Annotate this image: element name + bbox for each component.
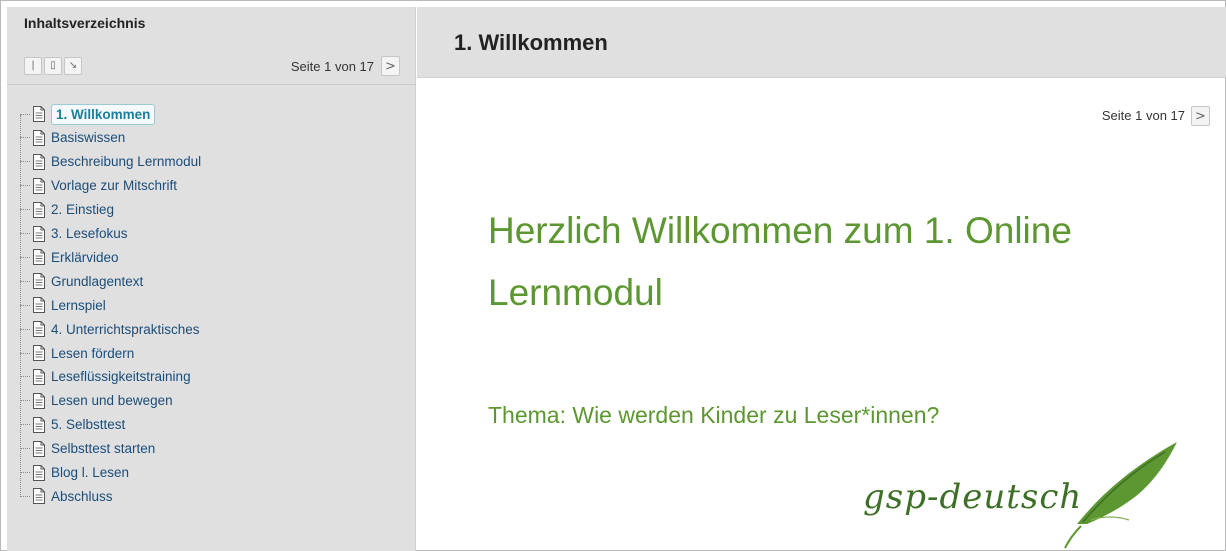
tree-connector (20, 185, 30, 187)
toc-item-label: Blog l. Lesen (51, 465, 130, 480)
toc-next-page-button[interactable]: > (381, 56, 400, 76)
toc-item[interactable]: 1. Willkommen (18, 103, 156, 125)
document-icon (33, 106, 45, 122)
tree-connector (20, 233, 30, 234)
toc-item[interactable]: Lesen fördern (18, 342, 134, 364)
tree-connector (20, 137, 30, 139)
toc-item-label: 2. Einstieg (51, 202, 115, 218)
toc-item-label: 1. Willkommen (51, 103, 156, 125)
toc-item[interactable]: Erklärvideo (18, 246, 119, 268)
welcome-heading-line-1: Herzlich Willkommen zum 1. Online (488, 210, 1072, 251)
toc-item-label: Lesen und bewegen (51, 393, 173, 409)
tree-connector (20, 304, 30, 306)
document-icon (33, 321, 45, 338)
tree-connector (20, 280, 30, 282)
document-icon (33, 273, 45, 290)
toc-item-label: Abschluss (51, 488, 113, 504)
document-icon (33, 416, 45, 433)
document-icon (33, 392, 45, 409)
toc-item[interactable]: Basiswissen (18, 127, 125, 149)
tree-connector (20, 400, 30, 402)
content-page-indicator: Seite 1 von 17 (1101, 108, 1185, 123)
toc-item[interactable]: Vorlage zur Mitschrift (18, 175, 177, 197)
document-icon (33, 201, 45, 218)
toc-item[interactable]: Lernspiel (18, 294, 106, 316)
page-title: 1. Willkommen (454, 30, 608, 55)
toc-item[interactable]: 4. Unterrichtspraktisches (18, 318, 200, 340)
toc-page-indicator: Seite 1 von 17 (290, 59, 374, 74)
document-icon (33, 129, 45, 146)
toc-item[interactable]: 2. Einstieg (18, 199, 114, 221)
tree-connector (20, 424, 30, 426)
document-icon (33, 297, 45, 314)
document-icon (33, 440, 45, 457)
document-icon (33, 464, 45, 481)
toc-item-label: Basiswissen (51, 130, 126, 146)
toc-item-label: 3. Lesefokus (51, 226, 128, 241)
toc-item[interactable]: Beschreibung Lernmodul (18, 151, 201, 173)
tree-connector (20, 209, 30, 211)
tree-connector (20, 161, 30, 163)
quill-icon (1064, 442, 1177, 549)
document-icon (33, 177, 45, 194)
tree-connector (20, 495, 30, 497)
toc-item-label: Vorlage zur Mitschrift (51, 178, 178, 194)
document-icon (33, 488, 45, 505)
chevron-right-icon: > (1195, 108, 1206, 124)
document-icon (33, 153, 45, 170)
toc-header: Inhaltsverzeichnis | ▯ ↘ Seite 1 von 17 … (7, 7, 416, 85)
toc-item-label: Grundlagentext (51, 273, 144, 289)
toc-item-label: Beschreibung Lernmodul (51, 154, 202, 170)
gsp-deutsch-logo: gsp-deutsch (855, 432, 1185, 551)
toc-item[interactable]: Selbsttest starten (18, 438, 155, 460)
welcome-heading-line-2: Lernmodul (488, 272, 663, 313)
toc-item-label: Leseflüssigkeitstraining (51, 369, 191, 385)
bar-icon[interactable]: | (24, 57, 42, 75)
content-next-page-button[interactable]: > (1191, 106, 1210, 126)
toc-item-label: Lernspiel (51, 297, 106, 313)
welcome-heading: Herzlich Willkommen zum 1. Online Lernmo… (488, 200, 1188, 324)
toc-item[interactable]: 5. Selbsttest (18, 414, 125, 436)
chevron-right-icon: > (385, 58, 396, 74)
tree-connector (20, 472, 30, 473)
document-icon (33, 345, 45, 361)
toc-item-label: 5. Selbsttest (51, 417, 126, 433)
content-header: 1. Willkommen (417, 7, 1226, 78)
toc-item-label: Lesen fördern (51, 345, 135, 361)
toc-title: Inhaltsverzeichnis (24, 15, 146, 31)
tree-connector (20, 376, 30, 378)
document-icon (33, 368, 45, 385)
tree-connector (20, 113, 30, 115)
toc-item[interactable]: Blog l. Lesen (18, 462, 129, 484)
toc-item-label: Erklärvideo (51, 249, 119, 265)
tree-connector (20, 448, 30, 450)
page-icon[interactable]: ▯ (44, 57, 62, 75)
toc-item[interactable]: Lesen und bewegen (18, 390, 173, 412)
arrow-icon[interactable]: ↘ (64, 57, 82, 75)
toc-item-label: Selbsttest starten (51, 441, 156, 457)
tree-connector (20, 256, 30, 258)
document-icon (33, 225, 45, 242)
toc-item[interactable]: Grundlagentext (18, 270, 143, 292)
tree-connector (20, 328, 30, 330)
table-of-contents-panel: Inhaltsverzeichnis | ▯ ↘ Seite 1 von 17 … (7, 7, 416, 551)
toc-item[interactable]: Leseflüssigkeitstraining (18, 366, 191, 388)
tree-connector (20, 352, 30, 354)
topic-subtitle: Thema: Wie werden Kinder zu Leser*innen? (488, 402, 940, 428)
toc-item[interactable]: 3. Lesefokus (18, 223, 128, 245)
toc-item-label: 4. Unterrichtspraktisches (51, 321, 200, 337)
document-icon (33, 249, 45, 266)
toc-item[interactable]: Abschluss (18, 485, 113, 507)
